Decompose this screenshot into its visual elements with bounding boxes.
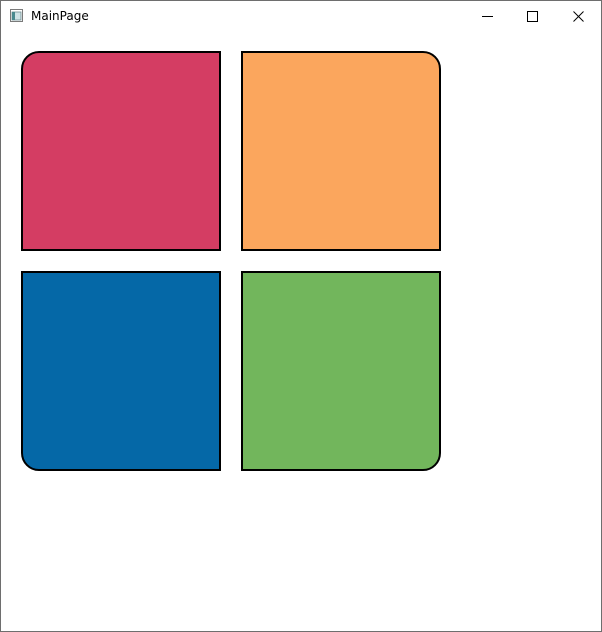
main-window: MainPage <box>0 0 602 632</box>
window-title: MainPage <box>31 9 89 23</box>
minimize-icon <box>482 15 493 17</box>
tile-green <box>241 271 441 471</box>
minimize-button[interactable] <box>465 1 510 31</box>
tile-blue <box>21 271 221 471</box>
app-window-icon <box>10 9 23 22</box>
title-bar[interactable]: MainPage <box>1 1 601 31</box>
maximize-button[interactable] <box>510 1 555 31</box>
close-button[interactable] <box>556 1 601 31</box>
tile-orange <box>241 51 441 251</box>
maximize-icon <box>527 10 538 22</box>
tile-red <box>21 51 221 251</box>
close-icon <box>573 10 584 22</box>
